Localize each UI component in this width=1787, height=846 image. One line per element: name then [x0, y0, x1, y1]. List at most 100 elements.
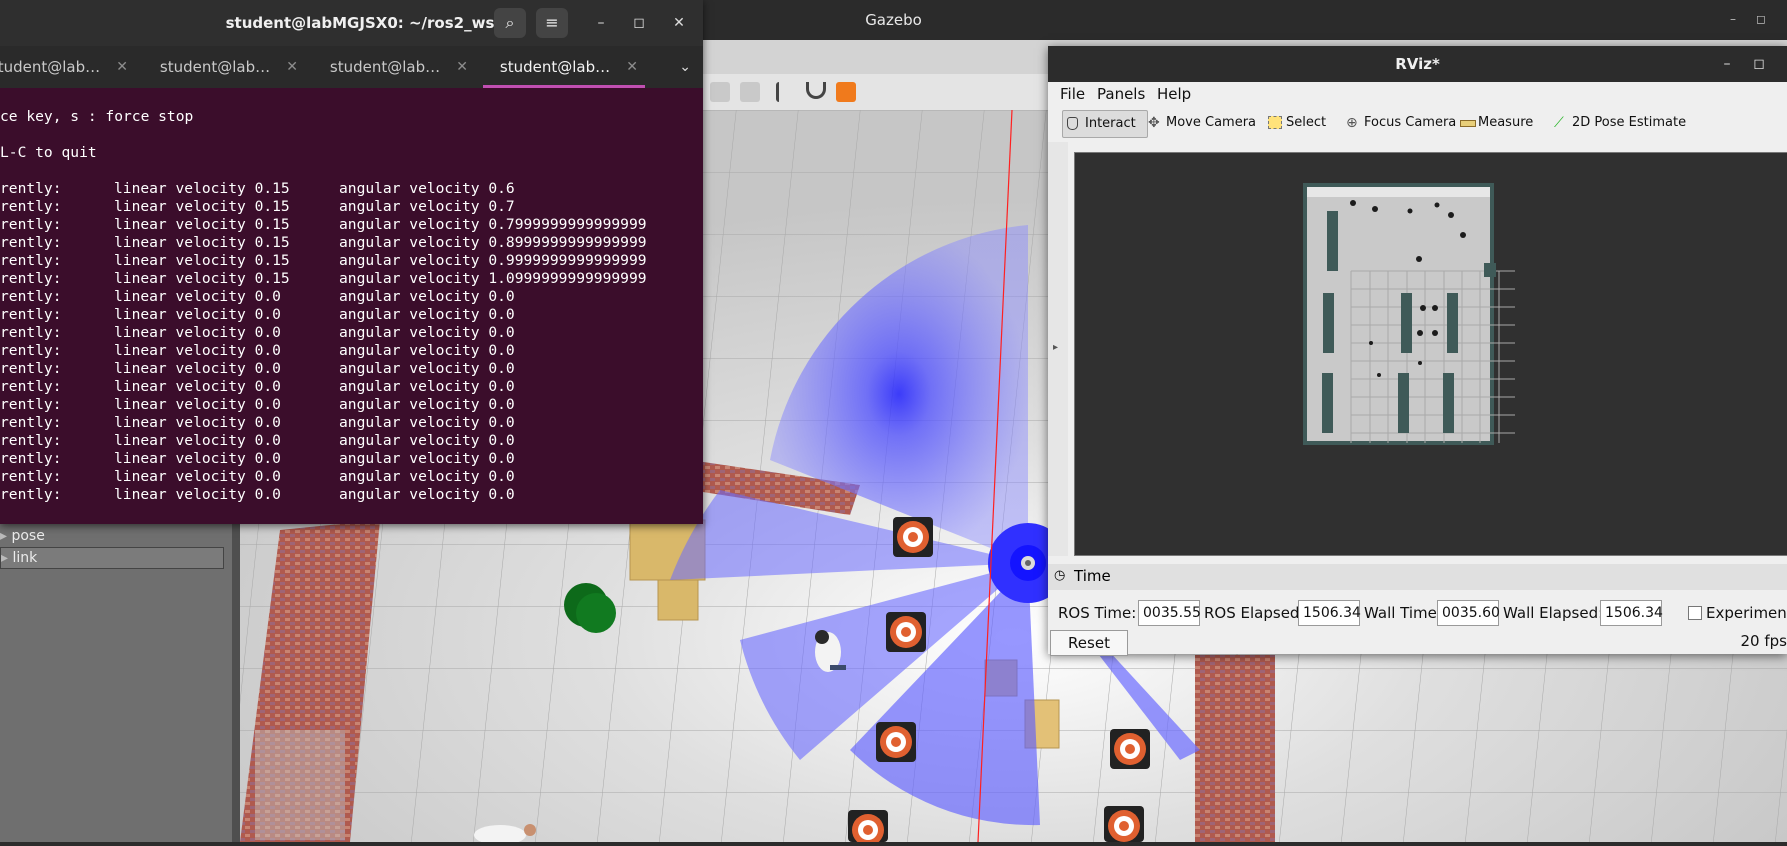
time-panel: ROS Time: 0035.55 ROS Elapsed: 1506.34 W…: [1048, 590, 1787, 656]
traffic-cone: [886, 612, 926, 652]
close-tab-icon[interactable]: ✕: [626, 46, 638, 88]
velocity-prefix: rently:: [0, 468, 62, 485]
velocity-prefix: rently:: [0, 486, 62, 503]
minimize-icon[interactable]: –: [592, 14, 610, 32]
experimental-label: Experimenta: [1706, 604, 1787, 622]
velocity-linear: linear velocity 0.0: [114, 288, 281, 305]
reset-button[interactable]: Reset: [1050, 630, 1128, 656]
menu-file[interactable]: File: [1060, 85, 1085, 103]
tree-item-pose[interactable]: ▸ pose: [0, 526, 222, 546]
velocity-angular: angular velocity 0.7: [339, 198, 515, 215]
terminal-title: student@labMGJSX0: ~/ros2_ws: [225, 14, 495, 32]
search-icon[interactable]: ⌕: [494, 8, 526, 38]
traffic-cone: [1104, 806, 1144, 842]
maximize-icon[interactable]: ◻: [1750, 55, 1768, 73]
velocity-angular: angular velocity 0.0: [339, 324, 515, 341]
wall-time-field[interactable]: 0035.60: [1437, 600, 1500, 626]
velocity-linear: linear velocity 0.15: [114, 234, 290, 251]
terminal-tab[interactable]: student@lab… ✕: [310, 46, 478, 88]
maximize-icon[interactable]: ◻: [630, 14, 648, 32]
velocity-linear: linear velocity 0.0: [114, 342, 281, 359]
chevron-down-icon[interactable]: ⌄: [679, 46, 691, 88]
terminal-output[interactable]: ce key, s : force stop L-C to quit rentl…: [0, 98, 700, 518]
velocity-angular: angular velocity 0.0: [339, 306, 515, 323]
cardboard-box: [657, 579, 699, 621]
experimental-checkbox[interactable]: [1688, 606, 1702, 620]
velocity-angular: angular velocity 0.0: [339, 414, 515, 431]
clock-icon: ◷: [1054, 568, 1066, 583]
traffic-cone: [848, 810, 888, 846]
velocity-prefix: rently:: [0, 252, 62, 269]
velocity-angular: angular velocity 1.0999999999999999: [339, 270, 647, 287]
tool-measure[interactable]: Measure: [1456, 110, 1539, 136]
velocity-linear: linear velocity 0.0: [114, 378, 281, 395]
velocity-angular: angular velocity 0.0: [339, 378, 515, 395]
traffic-cone: [876, 722, 916, 762]
velocity-linear: linear velocity 0.0: [114, 468, 281, 485]
terminal-window[interactable]: student@labMGJSX0: ~/ros2_ws ⌕ ≡ – ◻ ✕ s…: [0, 0, 703, 524]
velocity-angular: angular velocity 0.6: [339, 180, 515, 197]
velocity-linear: linear velocity 0.0: [114, 450, 281, 467]
brick-wall-right: [1195, 655, 1275, 845]
tool-move-camera[interactable]: ✥ Move Camera: [1144, 110, 1262, 136]
rviz-3d-view[interactable]: [1074, 152, 1787, 556]
terminal-tab-active[interactable]: student@lab… ✕: [480, 46, 648, 88]
tree-item-link[interactable]: ▸ link: [0, 547, 224, 569]
close-tab-icon[interactable]: ✕: [116, 46, 128, 88]
velocity-prefix: rently:: [0, 288, 62, 305]
minimize-icon[interactable]: –: [1718, 55, 1736, 73]
velocity-prefix: rently:: [0, 234, 62, 251]
ros-time-label: ROS Time:: [1058, 604, 1137, 622]
traffic-cone: [893, 517, 933, 557]
paste-icon[interactable]: [740, 82, 760, 102]
ros-elapsed-field[interactable]: 1506.34: [1298, 600, 1361, 626]
tool-focus-camera[interactable]: ⊕ Focus Camera: [1342, 110, 1462, 136]
terminal-tab[interactable]: student@lab… ✕: [140, 46, 308, 88]
minimize-icon[interactable]: –: [1726, 12, 1740, 26]
terminal-tab[interactable]: student@lab… ✕: [0, 46, 138, 88]
close-icon[interactable]: ✕: [670, 14, 688, 32]
maximize-icon[interactable]: ◻: [1754, 12, 1768, 26]
menu-panels[interactable]: Panels: [1097, 85, 1145, 103]
ros-time-field[interactable]: 0035.55: [1138, 600, 1201, 626]
menu-help[interactable]: Help: [1157, 85, 1191, 103]
view-angle-icon[interactable]: [836, 82, 856, 102]
velocity-prefix: rently:: [0, 270, 62, 287]
velocity-angular: angular velocity 0.9999999999999999: [339, 252, 647, 269]
rviz-side-collapse[interactable]: ▸: [1048, 142, 1068, 556]
rviz-menubar: File Panels Help: [1048, 82, 1787, 106]
velocity-linear: linear velocity 0.15: [114, 180, 290, 197]
velocity-prefix: rently:: [0, 378, 62, 395]
snap-icon[interactable]: [806, 82, 826, 99]
tool-2d-pose-estimate[interactable]: ⟋ 2D Pose Estimate: [1550, 110, 1692, 136]
velocity-prefix: rently:: [0, 324, 62, 341]
wall-time-label: Wall Time:: [1364, 604, 1442, 622]
close-tab-icon[interactable]: ✕: [286, 46, 298, 88]
velocity-prefix: rently:: [0, 396, 62, 413]
wall-elapsed-field[interactable]: 1506.34: [1600, 600, 1663, 626]
velocity-angular: angular velocity 0.0: [339, 360, 515, 377]
fps-counter: 20 fps: [1740, 632, 1787, 650]
ruler-icon: [1460, 120, 1476, 127]
copy-icon[interactable]: [710, 82, 730, 102]
menu-icon[interactable]: ≡: [536, 8, 568, 38]
rviz-titlebar: RViz* – ◻: [1048, 46, 1787, 82]
rviz-toolbar: Interact ✥ Move Camera Select ⊕ Focus Ca…: [1048, 108, 1787, 140]
tool-select[interactable]: Select: [1264, 110, 1332, 136]
rviz-title: RViz*: [1395, 55, 1440, 73]
velocity-linear: linear velocity 0.0: [114, 306, 281, 323]
velocity-angular: angular velocity 0.0: [339, 432, 515, 449]
velocity-linear: linear velocity 0.0: [114, 414, 281, 431]
align-icon[interactable]: [776, 82, 795, 102]
panel-splitter[interactable]: [232, 520, 240, 842]
tool-interact[interactable]: Interact: [1062, 110, 1148, 138]
velocity-prefix: rently:: [0, 216, 62, 233]
rviz-window[interactable]: RViz* – ◻ File Panels Help Interact ✥ Mo…: [1048, 46, 1787, 656]
close-tab-icon[interactable]: ✕: [456, 46, 468, 88]
terminal-header: student@labMGJSX0: ~/ros2_ws ⌕ ≡ – ◻ ✕: [0, 0, 703, 46]
velocity-prefix: rently:: [0, 414, 62, 431]
velocity-linear: linear velocity 0.0: [114, 324, 281, 341]
velocity-prefix: rently:: [0, 180, 62, 197]
velocity-prefix: rently:: [0, 198, 62, 215]
chevron-right-icon[interactable]: ▸: [1053, 342, 1058, 353]
